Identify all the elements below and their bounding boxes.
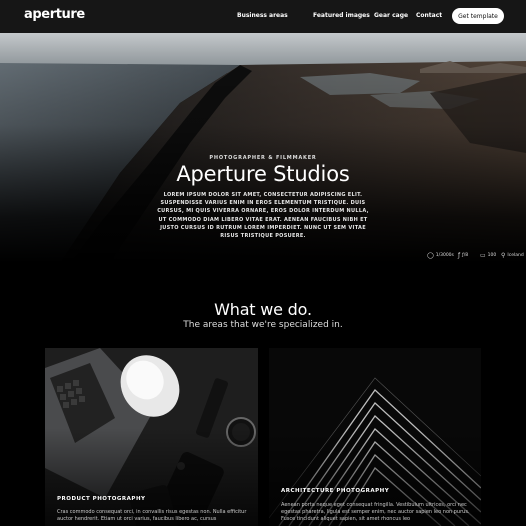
meta-shutter-value: 1/3000s <box>435 252 454 258</box>
card-overlay <box>269 348 481 526</box>
section-subtitle: The areas that we're specialized in. <box>183 320 343 330</box>
nav-link-contact[interactable]: Contact <box>416 12 442 19</box>
card-text-product: Cras commodo consequat orci, in convalli… <box>57 509 247 522</box>
meta-fstop: ƒ ƒ/8 <box>458 251 468 259</box>
get-template-button[interactable]: Get template <box>452 8 504 24</box>
hero-section: PHOTOGRAPHER & FILMMAKER Aperture Studio… <box>0 33 526 263</box>
nav-link-featured-images[interactable]: Featured images <box>313 12 370 19</box>
card-architecture-photography[interactable]: ARCHITECTURE PHOTOGRAPHY Aenean porta ne… <box>269 348 481 526</box>
top-nav: aperture Business areas Featured images … <box>0 0 526 33</box>
lens-icon: ƒ <box>458 251 461 259</box>
meta-location-value: Iceland <box>507 252 524 258</box>
card-title-product: PRODUCT PHOTOGRAPHY <box>57 496 146 502</box>
meta-location: ⚲ Iceland <box>501 251 524 259</box>
iso-icon: ▭ <box>480 251 486 259</box>
location-pin-icon: ⚲ <box>501 251 506 259</box>
section-title: What we do. <box>214 300 312 319</box>
meta-iso-value: 100 <box>487 252 497 258</box>
hero-title: Aperture Studios <box>176 162 350 186</box>
meta-iso: ▭ 100 <box>480 251 496 259</box>
nav-link-gear-cage[interactable]: Gear cage <box>374 12 408 19</box>
card-product-photography[interactable]: PRODUCT PHOTOGRAPHY Cras commodo consequ… <box>45 348 258 526</box>
meta-fstop-value: ƒ/8 <box>462 252 469 258</box>
hero-eyebrow: PHOTOGRAPHER & FILMMAKER <box>209 155 317 161</box>
card-title-architecture: ARCHITECTURE PHOTOGRAPHY <box>281 488 390 494</box>
nav-link-business-areas[interactable]: Business areas <box>237 12 288 19</box>
card-text-architecture: Aenean porta neque eget consequat fringi… <box>281 502 470 522</box>
aperture-icon: ◯ <box>427 251 434 259</box>
hero-description: LOREM IPSUM DOLOR SIT AMET, CONSECTETUR … <box>157 192 369 240</box>
meta-shutter: ◯ 1/3000s <box>427 251 454 259</box>
nav-links: Business areas Featured images Gear cage… <box>0 12 526 22</box>
